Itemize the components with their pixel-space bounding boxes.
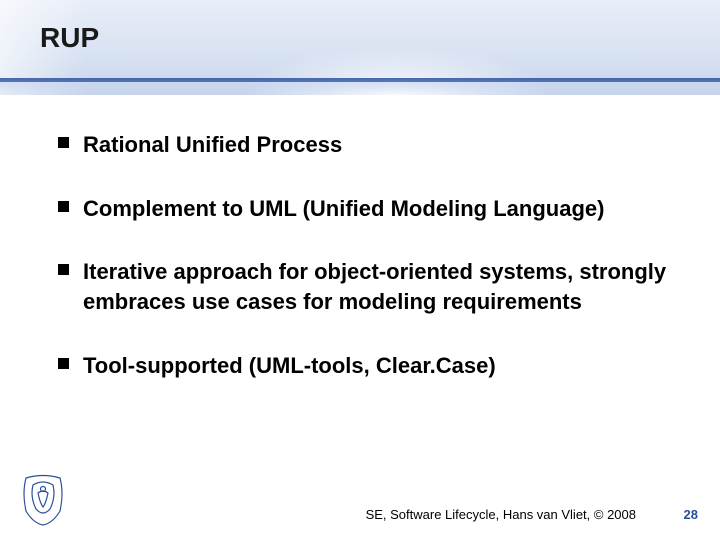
header-fade [0, 82, 720, 96]
content-area: Rational Unified Process Complement to U… [58, 130, 670, 414]
bullet-square-icon [58, 358, 69, 369]
bullet-item: Rational Unified Process [58, 130, 670, 160]
footer-text: SE, Software Lifecycle, Hans van Vliet, … [366, 507, 636, 522]
bullet-square-icon [58, 201, 69, 212]
page-number: 28 [684, 507, 698, 522]
bullet-text: Complement to UML (Unified Modeling Lang… [83, 194, 604, 224]
bullet-item: Iterative approach for object-oriented s… [58, 257, 670, 316]
bullet-item: Tool-supported (UML-tools, Clear.Case) [58, 351, 670, 381]
bullet-text: Rational Unified Process [83, 130, 342, 160]
bullet-text: Tool-supported (UML-tools, Clear.Case) [83, 351, 496, 381]
slide-title: RUP [40, 22, 99, 54]
publisher-logo-icon [18, 473, 68, 528]
bullet-square-icon [58, 264, 69, 275]
bullet-item: Complement to UML (Unified Modeling Lang… [58, 194, 670, 224]
bullet-text: Iterative approach for object-oriented s… [83, 257, 670, 316]
slide: RUP Rational Unified Process Complement … [0, 0, 720, 540]
bullet-square-icon [58, 137, 69, 148]
